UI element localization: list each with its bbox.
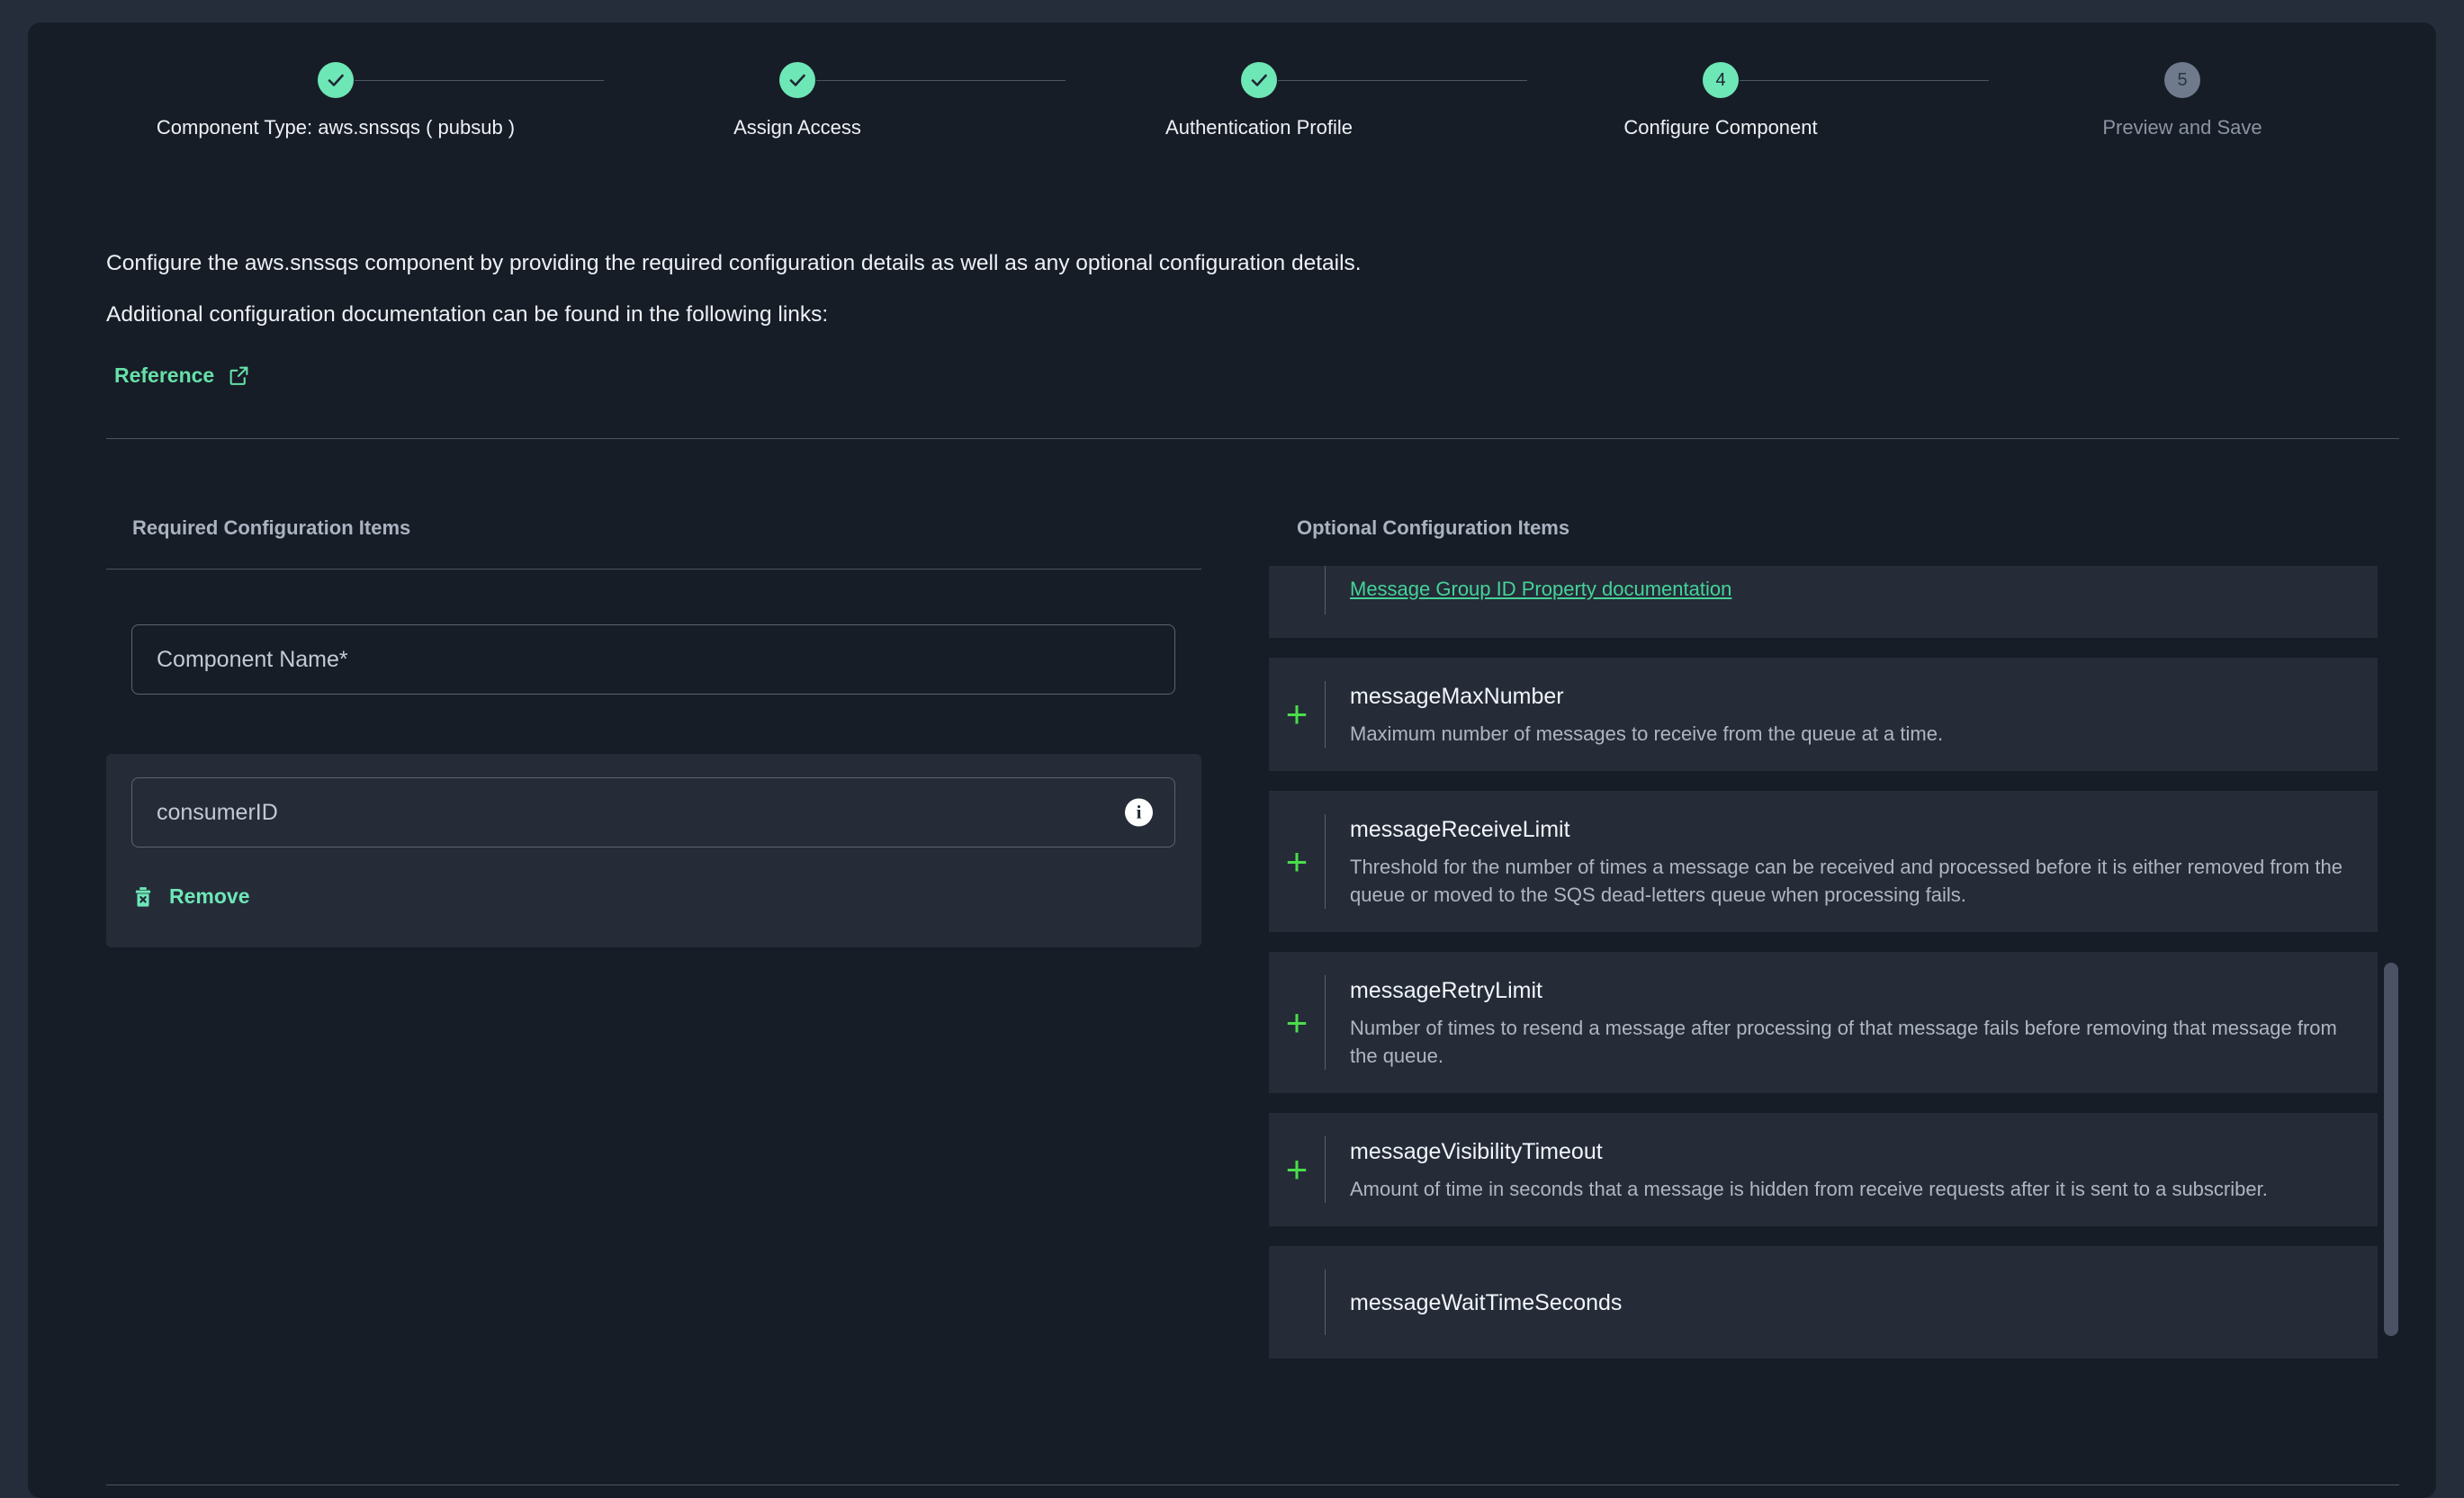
step-3-label: Authentication Profile	[1165, 116, 1353, 139]
optional-item-link[interactable]: Message Group ID Property documentation	[1350, 578, 2351, 601]
step-2-label: Assign Access	[733, 116, 861, 139]
step-authentication-profile[interactable]: Authentication Profile	[1070, 62, 1448, 140]
optional-item-card[interactable]: + messageRetryLimit Number of times to r…	[1269, 952, 2378, 1093]
optional-item-card[interactable]: + messageMaxNumber Maximum number of mes…	[1269, 658, 2378, 771]
reference-link[interactable]: Reference	[114, 363, 250, 388]
consumer-id-group: consumerID i Remove	[106, 754, 1201, 947]
step-5-bubble: 5	[2164, 62, 2200, 98]
add-optional-item-button[interactable]: +	[1269, 1003, 1325, 1042]
optional-item-name: messageReceiveLimit	[1350, 817, 1570, 842]
step-connector-1-2	[355, 80, 604, 81]
check-icon	[789, 74, 805, 86]
optional-item-card[interactable]: + messageVisibilityTimeout Amount of tim…	[1269, 1113, 2378, 1226]
required-marker: *	[338, 646, 348, 672]
component-name-placeholder: Component Name*	[157, 646, 348, 672]
optional-item-body: messageWaitTimeSeconds	[1325, 1269, 2378, 1335]
intro-line-1: Configure the aws.snssqs component by pr…	[106, 251, 1362, 275]
configure-component-panel: Component Type: aws.snssqs ( pubsub ) As…	[28, 22, 2436, 1498]
optional-list-scrollbar[interactable]	[2384, 963, 2398, 1336]
external-link-icon	[229, 366, 248, 385]
step-5-label: Preview and Save	[2102, 116, 2262, 139]
optional-item-name: messageVisibilityTimeout	[1350, 1139, 1603, 1164]
optional-item-card[interactable]: + messageWaitTimeSeconds	[1269, 1246, 2378, 1359]
info-icon[interactable]: i	[1125, 798, 1153, 827]
add-optional-item-button[interactable]: +	[1269, 1151, 1325, 1189]
optional-item-body: messageVisibilityTimeout Amount of time …	[1325, 1136, 2378, 1203]
optional-config-title: Optional Configuration Items	[1297, 516, 1570, 539]
remove-button[interactable]: Remove	[131, 884, 249, 909]
reference-link-label: Reference	[114, 363, 215, 387]
step-1-label: Component Type: aws.snssqs ( pubsub )	[156, 116, 516, 139]
section-divider-top	[106, 438, 2399, 439]
optional-item-desc: ordering of messages per a Dapr producer…	[1350, 566, 2351, 567]
optional-item-desc: Maximum number of messages to receive fr…	[1350, 722, 1944, 745]
step-assign-access[interactable]: Assign Access	[608, 62, 986, 140]
component-name-input[interactable]: Component Name*	[131, 624, 1175, 695]
consumer-id-input[interactable]: consumerID i	[131, 777, 1175, 848]
required-config-title: Required Configuration Items	[132, 516, 411, 539]
remove-button-label: Remove	[169, 884, 250, 908]
check-icon	[328, 74, 344, 86]
optional-item-name: messageRetryLimit	[1350, 978, 1542, 1003]
step-4-label: Configure Component	[1623, 116, 1818, 139]
optional-item-body: messageMaxNumber Maximum number of messa…	[1325, 681, 2378, 748]
step-1-bubble	[318, 62, 354, 98]
step-component-type[interactable]: Component Type: aws.snssqs ( pubsub )	[147, 62, 525, 140]
step-connector-2-3	[816, 80, 1066, 81]
step-4-bubble: 4	[1703, 62, 1739, 98]
trash-x-icon	[135, 886, 151, 907]
step-configure-component[interactable]: 4 Configure Component	[1532, 62, 1910, 140]
optional-item-card[interactable]: + ordering of messages per a Dapr produc…	[1269, 566, 2378, 638]
optional-item-name: messageMaxNumber	[1350, 684, 1564, 709]
step-connector-4-5	[1740, 80, 1989, 81]
step-preview-and-save[interactable]: 5 Preview and Save	[1993, 62, 2371, 140]
step-2-bubble	[779, 62, 815, 98]
step-3-bubble	[1241, 62, 1277, 98]
step-connector-3-4	[1278, 80, 1527, 81]
optional-item-body: messageRetryLimit Number of times to res…	[1325, 975, 2378, 1070]
optional-item-body: ordering of messages per a Dapr producer…	[1325, 566, 2378, 614]
optional-config-scroll-area[interactable]: + ordering of messages per a Dapr produc…	[1269, 566, 2399, 1466]
optional-item-card[interactable]: + messageReceiveLimit Threshold for the …	[1269, 791, 2378, 932]
required-section-divider	[106, 569, 1201, 570]
optional-item-name: messageWaitTimeSeconds	[1350, 1289, 1623, 1315]
check-icon	[1251, 74, 1267, 86]
wizard-stepper: Component Type: aws.snssqs ( pubsub ) As…	[28, 62, 2436, 170]
consumer-id-placeholder: consumerID	[157, 799, 278, 825]
optional-item-body: messageReceiveLimit Threshold for the nu…	[1325, 814, 2378, 909]
optional-item-desc: Threshold for the number of times a mess…	[1350, 856, 2343, 906]
optional-config-list: + ordering of messages per a Dapr produc…	[1269, 566, 2378, 1378]
optional-item-desc: Amount of time in seconds that a message…	[1350, 1178, 2268, 1200]
add-optional-item-button[interactable]: +	[1269, 695, 1325, 733]
intro-block: Configure the aws.snssqs component by pr…	[106, 249, 2266, 328]
add-optional-item-button[interactable]: +	[1269, 842, 1325, 881]
optional-item-desc: Number of times to resend a message afte…	[1350, 1017, 2337, 1067]
intro-line-2: Additional configuration documentation c…	[106, 302, 829, 327]
